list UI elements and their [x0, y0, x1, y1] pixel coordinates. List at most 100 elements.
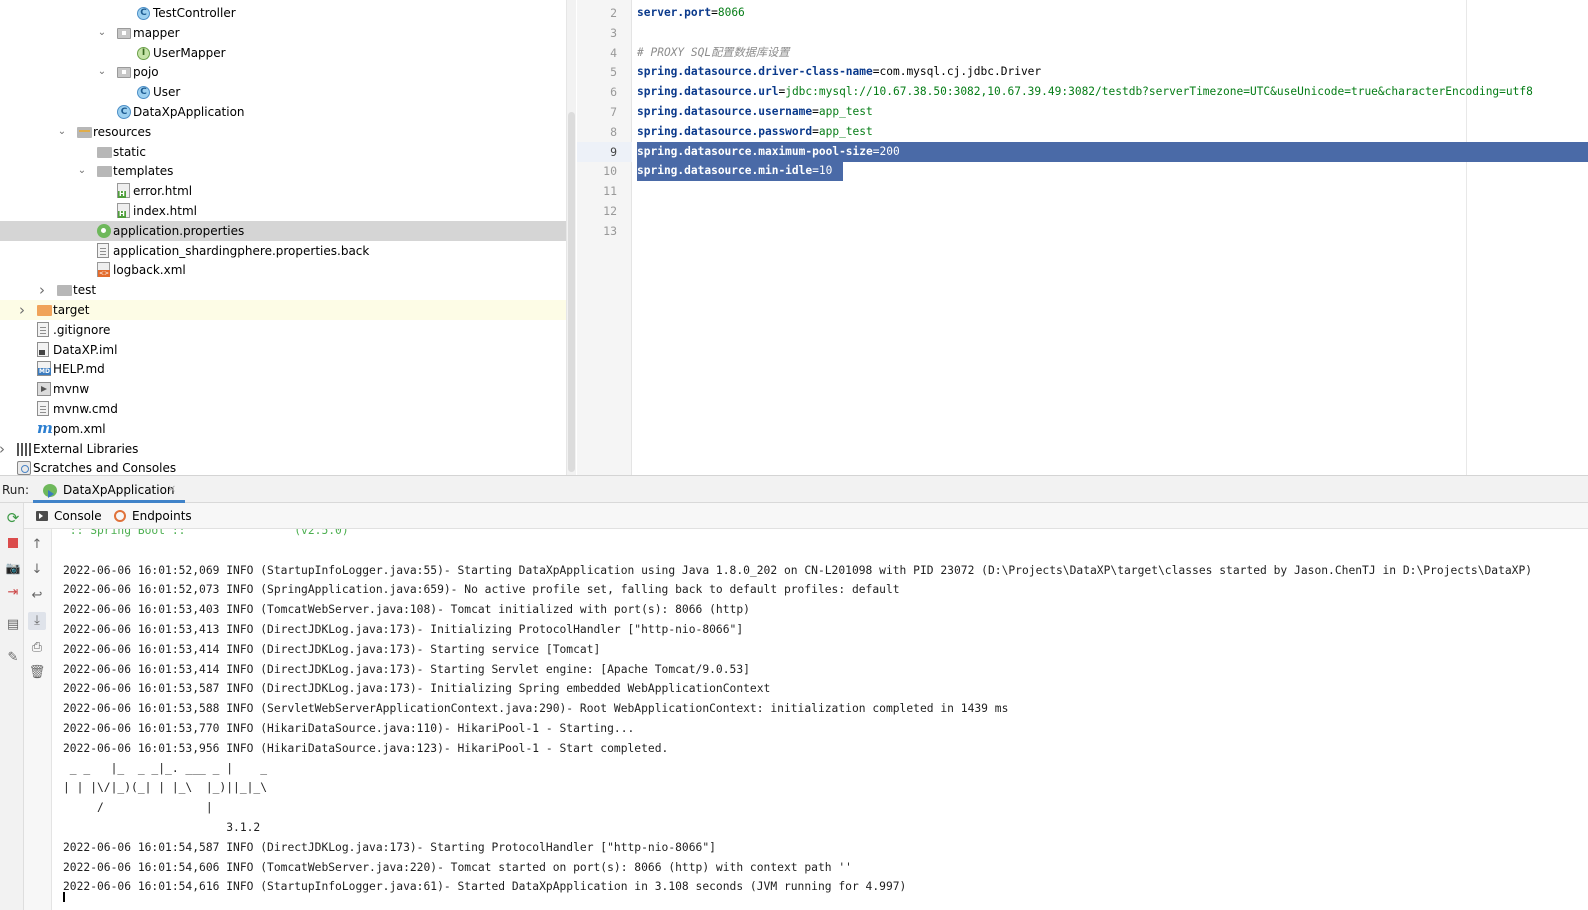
run-tab-label: DataXpApplication: [63, 483, 175, 497]
tree-item-label: HELP.md: [53, 362, 105, 377]
spring-app-icon: C: [117, 105, 131, 119]
folder-icon: [97, 166, 112, 178]
chevron-right-icon[interactable]: ›: [0, 439, 8, 459]
trash-icon[interactable]: 🗑: [28, 664, 46, 682]
console-line: 2022-06-06 16:01:52,069 INFO (StartupInf…: [63, 563, 1533, 577]
tree-item[interactable]: › target: [0, 300, 566, 320]
run-tab-dataxpapplication[interactable]: DataXpApplication ×: [33, 476, 185, 503]
tree-item[interactable]: index.html: [0, 201, 566, 221]
code-line: server.port=8066: [637, 6, 745, 19]
line-number: 4: [610, 45, 617, 60]
project-tree-scrollbar[interactable]: [566, 0, 576, 475]
tab-endpoints[interactable]: Endpoints: [114, 503, 194, 529]
console-line: 2022-06-06 16:01:53,414 INFO (DirectJDKL…: [63, 642, 601, 656]
tree-item-label: static: [113, 144, 146, 159]
console-line: 3.1.2: [63, 821, 268, 834]
tree-item[interactable]: Scratches and Consoles: [0, 458, 566, 475]
tree-item[interactable]: C TestController: [0, 3, 566, 23]
tree-item-label: UserMapper: [153, 45, 226, 60]
tree-item[interactable]: I UserMapper: [0, 43, 566, 63]
exit-icon[interactable]: ⇥: [4, 584, 22, 602]
editor-gutter: 2 3 4 5 6 7 8 9 10 11 12 13: [577, 0, 632, 475]
tree-item[interactable]: ⌄ templates: [0, 161, 566, 181]
layout-icon[interactable]: ▤: [4, 616, 22, 634]
libraries-icon: [17, 442, 31, 456]
right-margin-guide: [1466, 0, 1467, 475]
soft-wrap-icon[interactable]: ↩: [28, 587, 46, 605]
tree-item-label: DataXpApplication: [133, 105, 245, 119]
tree-item-label: DataXP.iml: [53, 342, 118, 357]
html-file-icon: [117, 183, 130, 199]
run-panel-header: Run: DataXpApplication ×: [0, 475, 1588, 503]
code-line: spring.datasource.username=app_test: [637, 105, 873, 118]
pin-icon[interactable]: ✎: [4, 649, 22, 667]
tree-item[interactable]: C User: [0, 82, 566, 102]
chevron-down-icon[interactable]: ⌄: [76, 161, 88, 181]
tree-item-label: resources: [93, 124, 152, 139]
tree-item-label: Scratches and Consoles: [33, 461, 177, 475]
tree-item-label: pojo: [133, 65, 159, 80]
tree-item[interactable]: DataXP.iml: [0, 340, 566, 360]
maven-pom-icon: m: [37, 418, 53, 437]
line-number: 6: [610, 85, 617, 100]
tree-item[interactable]: ⌄ mapper: [0, 23, 566, 43]
markdown-file-icon: [37, 361, 51, 377]
run-label: Run:: [2, 483, 30, 497]
code-line: spring.datasource.password=app_test: [637, 124, 873, 138]
chevron-down-icon[interactable]: ⌄: [96, 62, 108, 82]
tree-item[interactable]: › test: [0, 280, 566, 300]
rerun-icon[interactable]: ⟳: [4, 509, 22, 527]
console-line: 2022-06-06 16:01:53,770 INFO (HikariData…: [63, 722, 635, 735]
tree-item[interactable]: mvnw: [0, 379, 566, 399]
tree-item[interactable]: .gitignore: [0, 320, 566, 340]
tree-item[interactable]: static: [0, 142, 566, 162]
print-icon[interactable]: ⎙: [28, 639, 46, 657]
chevron-down-icon[interactable]: ⌄: [56, 122, 68, 142]
run-subtabs: Console Endpoints: [24, 503, 1588, 529]
class-icon: C: [137, 86, 150, 100]
line-number: 13: [603, 223, 617, 238]
console-toolbar: ↑ ↓ ↩ ⤓ ⎙ 🗑: [24, 529, 52, 910]
tree-item[interactable]: HELP.md: [0, 359, 566, 379]
arrow-down-icon[interactable]: ↓: [28, 561, 46, 579]
scroll-to-end-icon[interactable]: ⤓: [28, 612, 46, 630]
line-number: 12: [603, 204, 617, 218]
console-line: 2022-06-06 16:01:53,403 INFO (TomcatWebS…: [63, 603, 750, 617]
tab-console[interactable]: Console: [36, 503, 106, 529]
chevron-down-icon[interactable]: ⌄: [96, 23, 108, 43]
tree-item[interactable]: › External Libraries: [0, 439, 566, 459]
tree-item-label: mapper: [133, 25, 180, 40]
tree-item[interactable]: m pom.xml: [0, 419, 566, 439]
line-number: 2: [610, 6, 617, 20]
tree-item[interactable]: mvnw.cmd: [0, 399, 566, 419]
console-line: | | |\/|_)(_| | |_\ |_)||_|_\: [63, 781, 274, 795]
code-line: spring.datasource.url=jdbc:mysql://10.67…: [637, 85, 1533, 99]
tree-item[interactable]: application_shardingphere.properties.bac…: [0, 241, 566, 261]
console-line: 2022-06-06 16:01:54,606 INFO (TomcatWebS…: [63, 860, 852, 874]
code-editor[interactable]: server.port=8066 # PROXY SQL配置数据库设置 spring…: [632, 0, 1588, 475]
tree-item-label: application.properties: [113, 223, 245, 238]
console-line: 2022-06-06 16:01:53,587 INFO (DirectJDKL…: [63, 682, 771, 696]
tree-item[interactable]: logback.xml: [0, 260, 566, 280]
close-icon[interactable]: ×: [167, 482, 176, 495]
scrollbar-thumb[interactable]: [568, 112, 575, 472]
tree-item[interactable]: error.html: [0, 181, 566, 201]
stop-icon[interactable]: [4, 534, 22, 552]
tree-item[interactable]: C DataXpApplication: [0, 102, 566, 122]
chevron-right-icon[interactable]: ›: [36, 280, 48, 300]
arrow-up-icon[interactable]: ↑: [28, 536, 46, 554]
console-line: 2022-06-06 16:01:54,587 INFO (DirectJDKL…: [63, 840, 716, 854]
camera-icon[interactable]: 📷: [4, 559, 22, 577]
tree-item-label: templates: [113, 164, 174, 179]
code-line: spring.datasource.driver-class-name=com.…: [637, 65, 1042, 79]
console-line: 2022-06-06 16:01:53,956 INFO (HikariData…: [63, 741, 669, 755]
tree-item[interactable]: application.properties: [0, 220, 566, 241]
console-line: 2022-06-06 16:01:53,413 INFO (DirectJDKL…: [63, 623, 744, 636]
resources-folder-icon: [77, 126, 92, 138]
console-output[interactable]: :: Spring Boot :: (v2.5.0) 2022-06-06 16:…: [53, 529, 1588, 910]
scratches-icon: [17, 461, 31, 475]
tree-item[interactable]: ⌄ pojo: [0, 62, 566, 82]
tree-item[interactable]: ⌄ resources: [0, 122, 566, 142]
chevron-right-icon[interactable]: ›: [16, 300, 28, 320]
tree-item-label: target: [53, 303, 90, 317]
